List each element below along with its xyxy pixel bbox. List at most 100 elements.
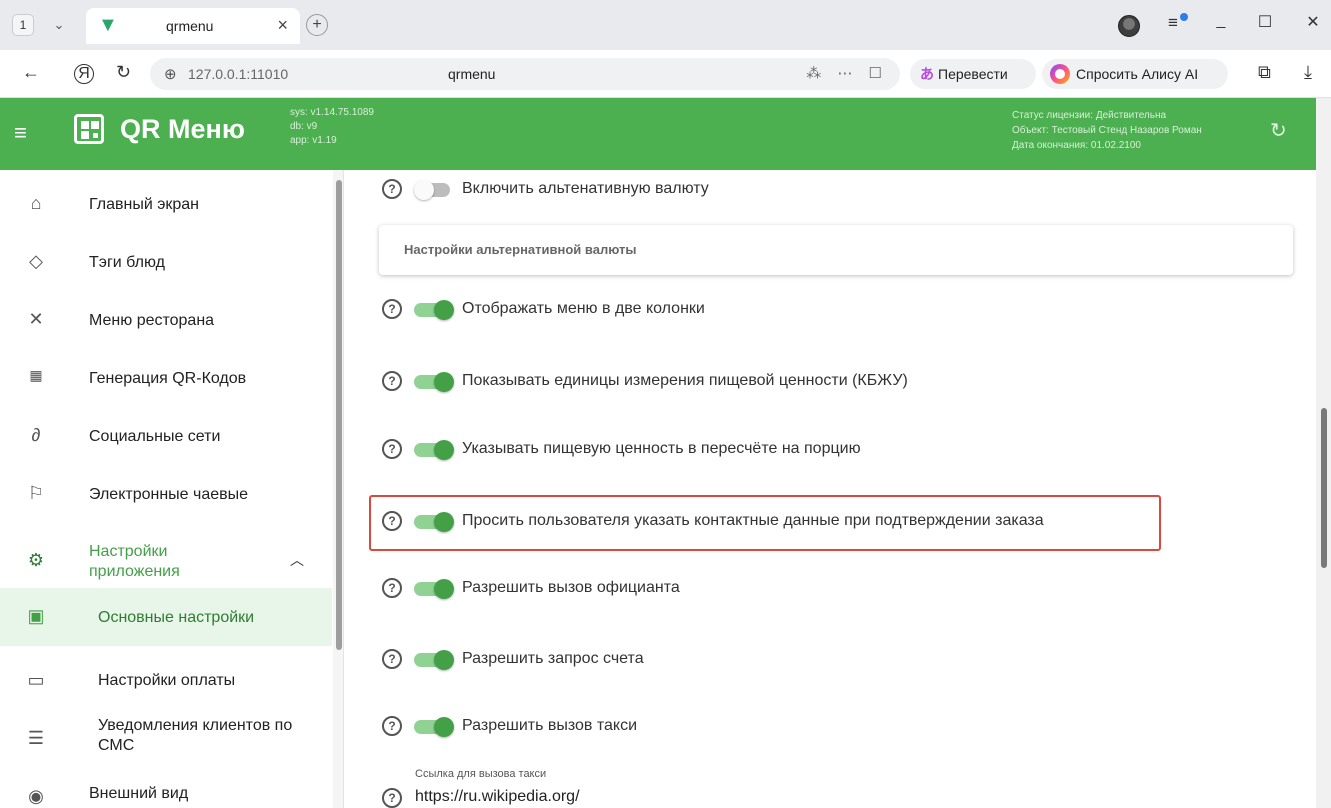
collections-icon[interactable]: ⧉ bbox=[1258, 62, 1271, 83]
db-version: db: v9 bbox=[290, 121, 318, 132]
sidebar-item-tags[interactable]: ◇ Тэги блюд bbox=[0, 233, 332, 291]
translate-button[interactable]: あ Перевести bbox=[910, 59, 1036, 89]
tab-close-icon[interactable]: × bbox=[277, 15, 288, 36]
sidebar-item-label: Генерация QR-Кодов bbox=[89, 370, 247, 387]
tab-title: qrmenu bbox=[166, 18, 214, 34]
app-settings-icon: ⚙ bbox=[27, 550, 45, 570]
alice-label: Спросить Алису AI bbox=[1076, 66, 1199, 82]
sidebar-item-payment-settings[interactable]: ▭ Настройки оплаты bbox=[0, 648, 332, 706]
translate-label: Перевести bbox=[938, 66, 1008, 82]
browser-tab[interactable]: ▼ qrmenu × bbox=[86, 8, 300, 44]
help-icon[interactable]: ? bbox=[382, 578, 402, 598]
minimize-button[interactable]: _ bbox=[1206, 12, 1236, 30]
url-actions[interactable]: ⁂ ⋯ ☐ bbox=[806, 64, 888, 82]
setting-label: Просить пользователя указать контактные … bbox=[462, 512, 1044, 529]
address-bar[interactable]: ⊕ 127.0.0.1:11010 qrmenu ⁂ ⋯ ☐ bbox=[150, 58, 900, 90]
license-object: Объект: Тестовый Стенд Назаров Роман bbox=[1012, 125, 1202, 136]
page-scroll-thumb[interactable] bbox=[1321, 408, 1327, 568]
chevron-up-icon[interactable]: ︿ bbox=[290, 550, 304, 570]
sidebar-item-sms[interactable]: ☰ Уведомления клиентов по СМС bbox=[0, 708, 332, 766]
sidebar-item-tips[interactable]: ⚐ Электронные чаевые bbox=[0, 465, 332, 523]
sidebar-item-label: Социальные сети bbox=[89, 428, 221, 445]
tab-counter[interactable]: 1 bbox=[12, 14, 34, 36]
sys-version: sys: v1.14.75.1089 bbox=[290, 107, 374, 118]
yandex-icon[interactable]: Я bbox=[74, 64, 94, 84]
app-title: QR Меню bbox=[120, 114, 245, 144]
sidebar-item-qr[interactable]: ▦ Генерация QR-Кодов bbox=[0, 349, 332, 407]
alt-currency-settings-card[interactable]: Настройки альтернативной валюты bbox=[379, 225, 1293, 275]
ask-alice-button[interactable]: Спросить Алису AI bbox=[1042, 59, 1228, 89]
tab-list-dropdown[interactable]: ⌄ bbox=[44, 14, 74, 36]
browser-sidebar-icon[interactable]: ≡ bbox=[1168, 13, 1178, 33]
tips-icon: ⚐ bbox=[27, 483, 45, 503]
help-icon[interactable]: ? bbox=[382, 511, 402, 531]
back-arrow-icon[interactable]: ← bbox=[22, 62, 40, 83]
card-icon: ▭ bbox=[27, 670, 45, 690]
license-status: Статус лицензии: Действительна bbox=[1012, 110, 1167, 121]
sidebar-item-label: Настройки оплаты bbox=[98, 672, 236, 689]
help-icon[interactable]: ? bbox=[382, 439, 402, 459]
setting-label: Показывать единицы измерения пищевой цен… bbox=[462, 372, 908, 389]
sidebar-item-label: Внешний вид bbox=[89, 785, 189, 802]
sidebar-scrollbar[interactable] bbox=[333, 170, 343, 808]
sidebar-item-menu[interactable]: ✕ Меню ресторана bbox=[0, 291, 332, 349]
sidebar-item-label: Настройки приложения bbox=[89, 543, 180, 580]
setting-label: Разрешить запрос счета bbox=[462, 650, 644, 667]
toggle-nutrition-per-portion[interactable] bbox=[414, 440, 458, 460]
close-window-button[interactable]: ✕ bbox=[1298, 12, 1328, 32]
alice-logo-icon bbox=[1050, 64, 1070, 84]
toggle-nutrition-units[interactable] bbox=[414, 372, 458, 392]
link-icon: ∂ bbox=[31, 425, 41, 445]
help-icon[interactable]: ? bbox=[382, 371, 402, 391]
sidebar-item-app-settings[interactable]: ⚙ Настройки приложения ︿ bbox=[0, 532, 332, 590]
toggle-contact-data[interactable] bbox=[414, 512, 458, 532]
settings-panel: ? Включить альтенативную валюту Настройк… bbox=[344, 170, 1316, 808]
help-icon[interactable]: ? bbox=[382, 179, 402, 199]
globe-icon: ⊕ bbox=[164, 66, 177, 83]
qr-code-icon: ▦ bbox=[29, 367, 43, 383]
sidebar-item-label: Тэги блюд bbox=[89, 254, 165, 271]
sidebar-item-appearance[interactable]: ◉ Внешний вид bbox=[0, 770, 332, 808]
url-text[interactable]: 127.0.0.1:11010 bbox=[188, 66, 288, 82]
app-header: ≡ QR Меню sys: v1.14.75.1089 db: v9 app:… bbox=[0, 98, 1316, 170]
menu-icon[interactable]: ≡ bbox=[14, 120, 27, 146]
page-scrollbar[interactable] bbox=[1316, 98, 1331, 808]
toggle-call-waiter[interactable] bbox=[414, 579, 458, 599]
sidebar-scroll-thumb[interactable] bbox=[336, 180, 342, 650]
taxi-link-caption: Ссылка для вызова такси bbox=[415, 768, 547, 780]
tag-icon: ◇ bbox=[29, 251, 43, 271]
reload-icon[interactable]: ↻ bbox=[116, 62, 131, 83]
alt-currency-card-title: Настройки альтернативной валюты bbox=[404, 242, 637, 257]
toggle-two-columns[interactable] bbox=[414, 300, 458, 320]
sidebar-item-label: Основные настройки bbox=[98, 609, 255, 626]
taxi-link-input[interactable]: https://ru.wikipedia.org/ bbox=[415, 788, 580, 806]
qr-logo-icon bbox=[74, 114, 104, 144]
help-icon[interactable]: ? bbox=[382, 649, 402, 669]
new-tab-button[interactable]: + bbox=[306, 14, 328, 36]
setting-label: Разрешить вызов официанта bbox=[462, 579, 680, 596]
help-icon[interactable]: ? bbox=[382, 299, 402, 319]
sidebar-item-main-settings[interactable]: ▣ Основные настройки bbox=[0, 588, 332, 646]
setting-label: Отображать меню в две колонки bbox=[462, 300, 705, 317]
license-info: Статус лицензии: Действительна Объект: Т… bbox=[1012, 108, 1202, 153]
toggle-call-taxi[interactable] bbox=[414, 717, 458, 737]
url-page-title: qrmenu bbox=[448, 66, 496, 82]
toggle-alt-currency[interactable] bbox=[414, 180, 458, 200]
browser-toolbar: ← Я ↻ ⊕ 127.0.0.1:11010 qrmenu ⁂ ⋯ ☐ あ Пе… bbox=[0, 50, 1331, 98]
refresh-icon[interactable]: ↻ bbox=[1270, 118, 1287, 143]
eye-icon: ◉ bbox=[28, 786, 44, 806]
sidebar-item-label: Электронные чаевые bbox=[89, 486, 249, 503]
translate-icon: あ bbox=[920, 66, 934, 82]
sidebar-item-social[interactable]: ∂ Социальные сети bbox=[0, 407, 332, 465]
setting-label: Включить альтенативную валюту bbox=[462, 180, 709, 197]
notification-dot-icon bbox=[1180, 13, 1188, 21]
help-icon[interactable]: ? bbox=[382, 788, 402, 808]
home-icon: ⌂ bbox=[30, 193, 42, 213]
download-icon[interactable]: ⤓ bbox=[1304, 62, 1312, 83]
version-info: sys: v1.14.75.1089 db: v9 app: v1.19 bbox=[290, 106, 374, 148]
profile-avatar[interactable] bbox=[1118, 15, 1140, 37]
maximize-button[interactable]: ☐ bbox=[1250, 12, 1280, 32]
sidebar-item-home[interactable]: ⌂ Главный экран bbox=[0, 175, 332, 233]
toggle-request-bill[interactable] bbox=[414, 650, 458, 670]
help-icon[interactable]: ? bbox=[382, 716, 402, 736]
